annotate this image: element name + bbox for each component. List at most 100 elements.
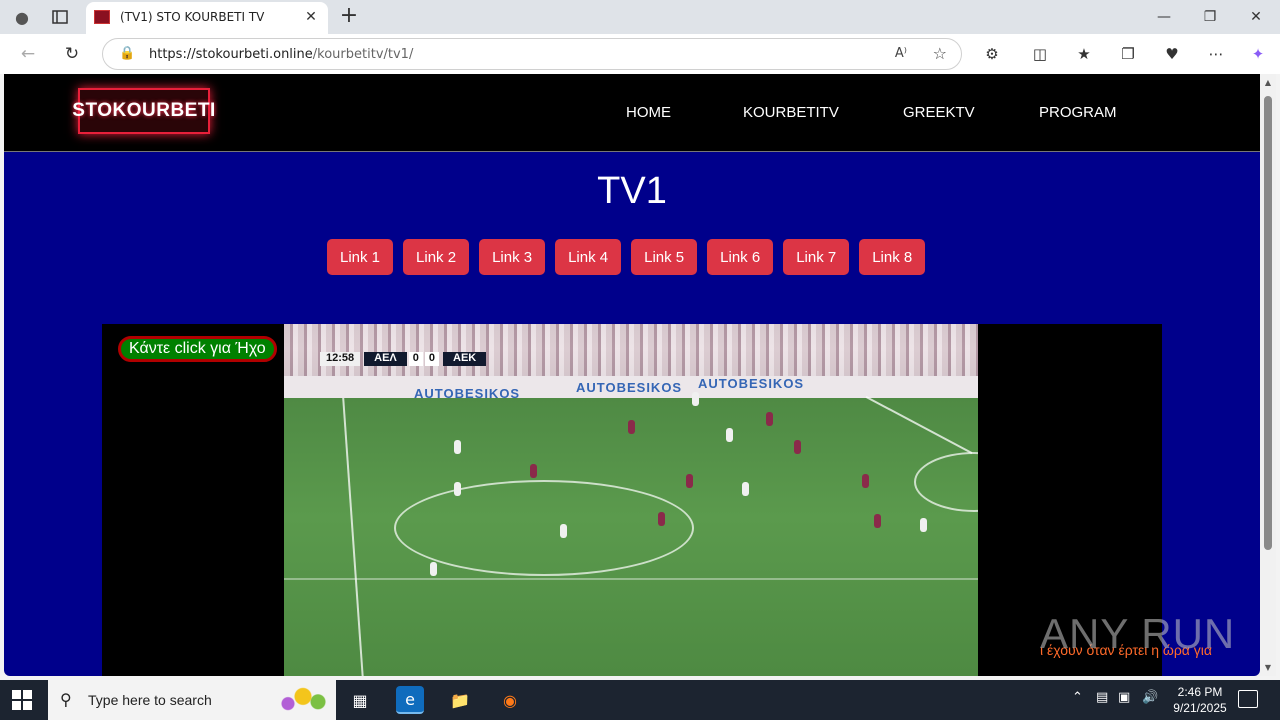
scrollbar-thumb[interactable] [1264,96,1272,550]
pitch-box-line [865,395,973,455]
footballer [454,440,461,454]
tray-device-icon[interactable]: ▤ [1096,690,1108,705]
profile-icon[interactable]: ● [10,6,34,28]
volume-icon[interactable]: 🔊 [1142,690,1158,705]
footballer [454,482,461,496]
site-favicon-icon [94,10,110,24]
footballer [726,428,733,442]
favorites-icon[interactable]: ★ [1072,43,1096,65]
close-window-icon[interactable]: ✕ [1244,6,1268,28]
link-4-button[interactable]: Link 4 [555,239,622,275]
link-2-button[interactable]: Link 2 [403,239,470,275]
read-aloud-icon[interactable]: A⁾ [895,46,907,61]
search-icon: ⚲ [60,690,72,709]
home-score: 0 [408,352,423,366]
close-tab-icon[interactable]: ✕ [302,8,320,26]
enable-sound-button[interactable]: Κάντε click για Ήχο [118,336,277,362]
nav-greektv[interactable]: GREEKTV [903,104,975,121]
split-screen-icon[interactable]: ◫ [1028,43,1052,65]
match-clock: 12:58 [320,352,361,366]
footballer [658,512,665,526]
browser-essentials-icon[interactable]: ♥ [1160,43,1184,65]
link-8-button[interactable]: Link 8 [859,239,926,275]
new-tab-icon[interactable]: + [338,5,360,28]
away-score: 0 [424,352,440,366]
footballer [794,440,801,454]
pitch-halfway-line [342,398,364,676]
search-placeholder: Type here to search [88,692,212,708]
browser-tab-active[interactable]: (TV1) STO KOURBETI TV ✕ [86,2,328,34]
footballer [628,420,635,434]
refresh-icon[interactable]: ↻ [60,43,84,65]
windows-start-icon[interactable] [12,690,32,710]
browser-toolbar: ← ↻ 🔒 https://stokourbeti.online/kourbet… [0,34,1280,74]
footballer [920,518,927,532]
firefox-icon[interactable]: ◉ [496,686,524,714]
site-navbar: STOKOURBETI HOME KOURBETITV GREEKTV PROG… [4,74,1260,152]
collections-icon[interactable]: ❐ [1116,43,1140,65]
favorite-star-icon[interactable]: ☆ [933,44,947,63]
link-6-button[interactable]: Link 6 [707,239,774,275]
clock-time: 2:46 PM [1177,685,1223,699]
site-logo[interactable]: STOKOURBETI [72,88,215,134]
url-host: https://stokourbeti.online [149,47,313,62]
footballer [560,524,567,538]
task-view-icon[interactable]: ▦ [346,686,374,714]
ad-board-text: AUTOBESIKOS [576,380,683,395]
tab-actions-icon[interactable] [48,6,72,28]
link-3-button[interactable]: Link 3 [479,239,546,275]
taskbar-search[interactable]: ⚲ Type here to search [48,680,336,720]
home-team: ΑΕΛ [364,352,407,366]
extensions-icon[interactable]: ⚙ [980,43,1004,65]
copilot-icon[interactable]: ✦ [1246,43,1270,65]
footballer [766,412,773,426]
link-5-button[interactable]: Link 5 [631,239,698,275]
minimize-icon[interactable]: — [1152,6,1176,28]
footballer [862,474,869,488]
nav-home[interactable]: HOME [626,104,671,121]
address-bar[interactable]: 🔒 https://stokourbeti.online/kourbetitv/… [102,38,962,70]
video-frame[interactable]: AUTOBESIKOS AUTOBESIKOS AUTOBESIKOS 12:5… [284,324,978,676]
pitch-line [284,578,978,580]
footballer [530,464,537,478]
page-scrollbar[interactable]: ▲ ▼ [1260,74,1276,676]
system-clock[interactable]: 2:46 PM 9/21/2025 [1160,684,1240,716]
nav-program[interactable]: PROGRAM [1039,104,1117,121]
page-title: TV1 [597,170,667,212]
footballer [430,562,437,576]
url-path: /kourbetitv/tv1/ [312,47,414,62]
tab-title: (TV1) STO KOURBETI TV [120,10,265,24]
stream-links: Link 1 Link 2 Link 3 Link 4 Link 5 Link … [327,239,926,275]
scroll-down-icon[interactable]: ▼ [1263,663,1273,672]
scoreboard: 12:58 ΑΕΛ 0 0 ΑΕΚ [320,352,487,366]
video-player[interactable]: AUTOBESIKOS AUTOBESIKOS AUTOBESIKOS 12:5… [102,324,1162,676]
edge-browser-icon[interactable]: e [396,686,424,714]
pitch-center-circle [394,480,694,576]
anyrun-watermark: ANY RUN [1040,610,1236,657]
footballer [874,514,881,528]
link-7-button[interactable]: Link 7 [783,239,850,275]
url-text[interactable]: https://stokourbeti.online/kourbetitv/tv… [149,47,413,62]
clock-date: 9/21/2025 [1173,701,1227,715]
tray-chevron-icon[interactable]: ⌃ [1072,690,1083,705]
back-icon[interactable]: ← [16,43,40,65]
network-icon[interactable]: ▣ [1118,690,1130,705]
footballer [692,392,699,406]
footballer [686,474,693,488]
notifications-icon[interactable] [1238,690,1258,708]
link-1-button[interactable]: Link 1 [327,239,394,275]
nav-kourbetitv[interactable]: KOURBETITV [743,104,839,121]
pitch-penalty-arc [914,452,978,512]
lock-icon[interactable]: 🔒 [119,46,135,61]
file-explorer-icon[interactable]: 📁 [446,686,474,714]
scroll-up-icon[interactable]: ▲ [1263,78,1273,87]
settings-more-icon[interactable]: ⋯ [1204,43,1228,65]
footballer [742,482,749,496]
ad-board-text: AUTOBESIKOS [414,386,521,401]
windows-taskbar: ⚲ Type here to search ▦ e 📁 ◉ ⌃ ▤ ▣ 🔊 2:… [0,680,1280,720]
restore-icon[interactable]: ❐ [1198,6,1222,28]
search-highlight-icon [270,682,330,718]
browser-tab-bar: ● (TV1) STO KOURBETI TV ✕ + — ❐ ✕ [0,0,1280,34]
stadium-crowd [284,324,978,376]
away-team: ΑΕΚ [443,352,487,366]
